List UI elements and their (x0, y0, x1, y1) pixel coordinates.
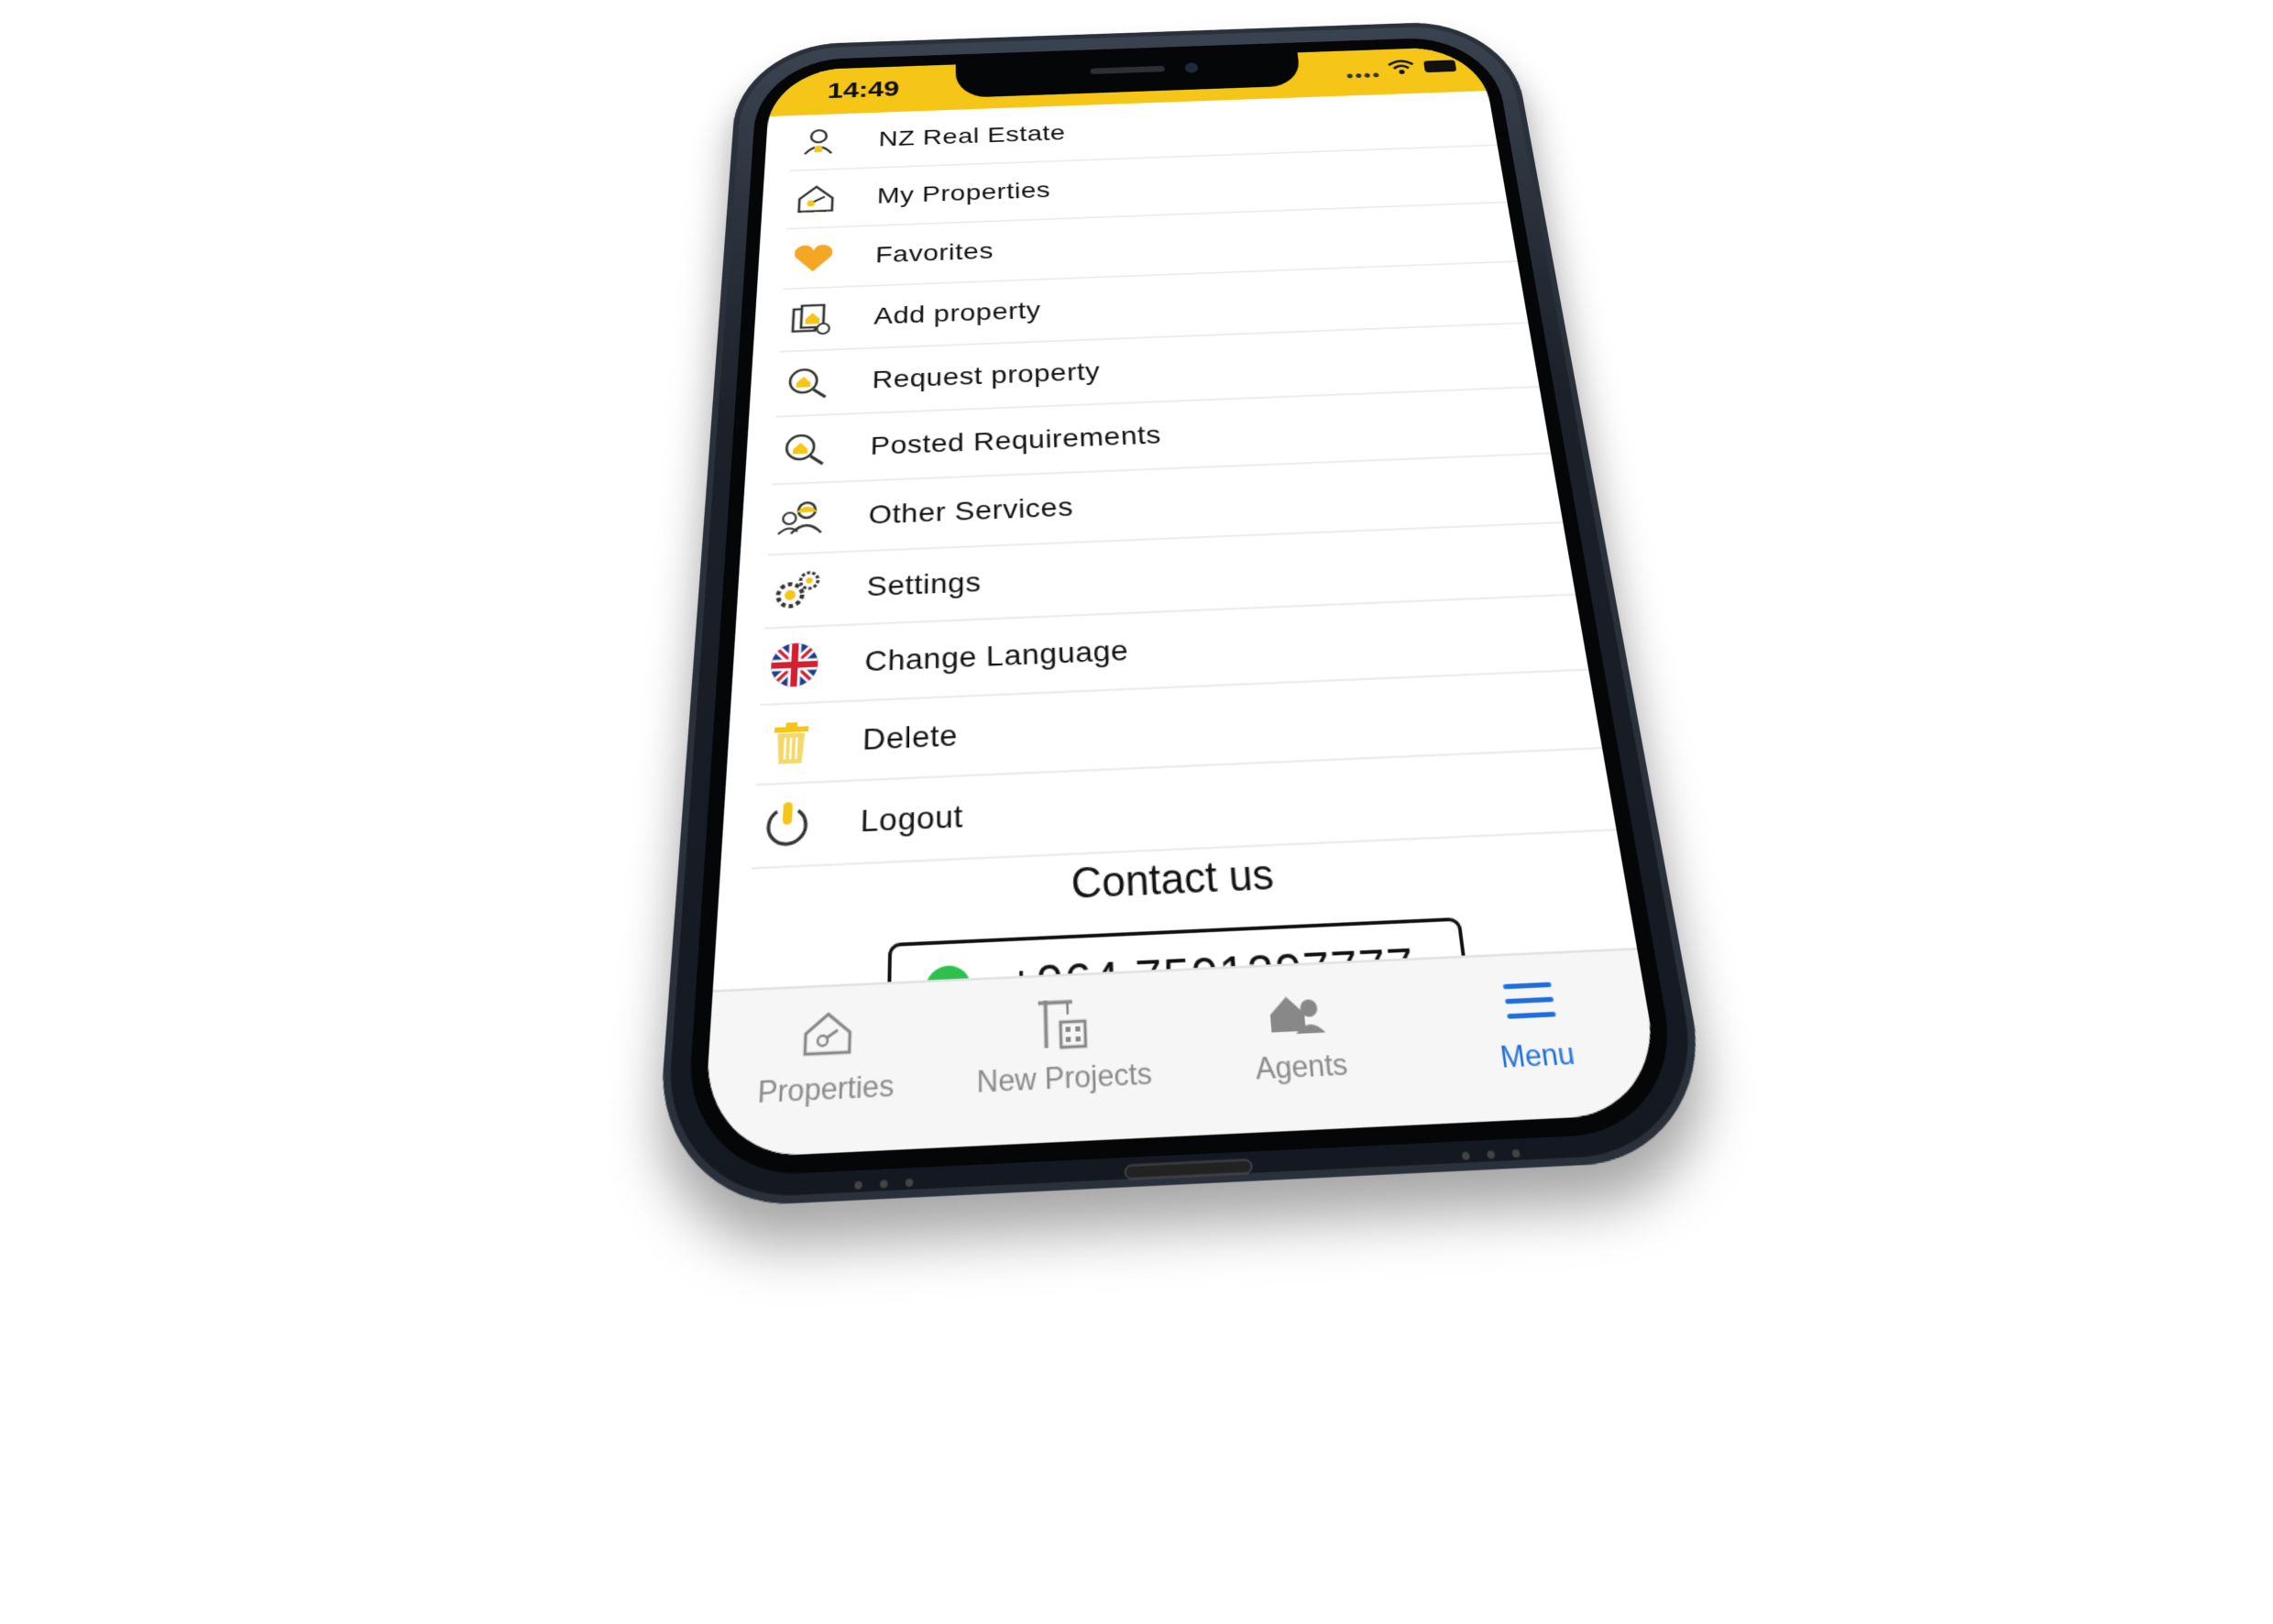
hamburger-icon (1410, 964, 1651, 1037)
tab-label: Menu (1418, 1034, 1658, 1081)
tab-label: Properties (705, 1067, 945, 1114)
tab-new-projects[interactable]: New Projects (945, 986, 1184, 1103)
menu-item-label: Request property (872, 357, 1101, 394)
user-icon (790, 119, 847, 165)
phone-frame: 14:49 ●●●● NZ Real Estate My Properties … (653, 19, 1718, 1210)
menu-item-label: Favorites (875, 238, 994, 269)
search-house-icon (776, 357, 839, 410)
earpiece (1091, 66, 1165, 74)
menu-item-label: Delete (862, 719, 959, 757)
power-icon (752, 791, 822, 860)
menu-item-label: Posted Requirements (870, 421, 1161, 461)
menu-item-label: My Properties (877, 178, 1051, 209)
tab-menu[interactable]: Menu (1410, 964, 1658, 1080)
wifi-icon (1386, 59, 1416, 75)
add-property-icon (780, 293, 840, 345)
agents-icon (1179, 975, 1417, 1048)
trash-icon (756, 710, 825, 775)
uk-flag-icon (761, 633, 829, 696)
battery-icon (1423, 60, 1456, 72)
signal-icon: ●●●● (1345, 69, 1382, 82)
device-stage: 14:49 ●●●● NZ Real Estate My Properties … (0, 0, 2273, 1624)
menu-item-label: Change Language (864, 634, 1129, 678)
tab-label: New Projects (945, 1056, 1184, 1103)
heart-icon (784, 233, 843, 282)
side-menu: NZ Real Estate My Properties Favorites A… (720, 91, 1617, 871)
tab-label: Agents (1182, 1045, 1422, 1092)
tab-properties[interactable]: Properties (705, 996, 946, 1114)
menu-item-label: Settings (866, 566, 981, 603)
gear-icon (764, 560, 830, 620)
search-house-icon (773, 422, 836, 477)
house-key-icon (708, 996, 946, 1070)
menu-item-label: Logout (860, 799, 963, 839)
menu-item-label: Add property (873, 297, 1041, 330)
front-camera (1185, 62, 1199, 72)
status-time: 14:49 (827, 77, 899, 104)
tab-agents[interactable]: Agents (1179, 975, 1422, 1092)
people-icon (769, 489, 833, 547)
house-key-icon (786, 175, 845, 223)
menu-item-label: NZ Real Estate (878, 121, 1066, 152)
crane-icon (946, 986, 1182, 1059)
menu-item-label: Other Services (868, 492, 1073, 531)
